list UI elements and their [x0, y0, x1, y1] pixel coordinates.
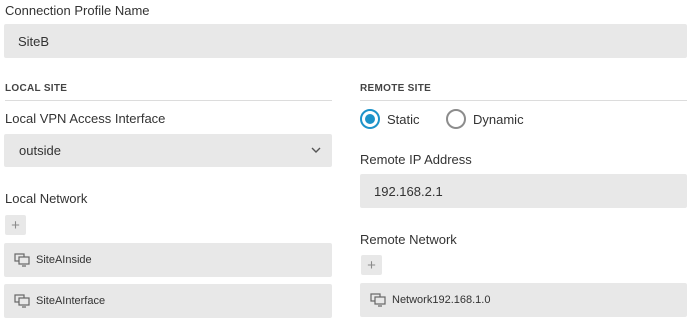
add-local-network-button[interactable]: + [5, 215, 26, 235]
remote-network-item[interactable]: Network192.168.1.0 [360, 283, 687, 317]
radio-static-label: Static [387, 111, 420, 127]
network-object-icon [14, 294, 30, 308]
network-object-icon [370, 293, 386, 307]
connection-profile-name-input[interactable]: SiteB [4, 24, 687, 58]
radio-unselected-icon [446, 109, 466, 129]
remote-ip-address-value: 192.168.2.1 [374, 183, 443, 199]
chevron-down-icon [311, 147, 321, 153]
remote-ip-address-label: Remote IP Address [360, 152, 472, 167]
radio-dynamic[interactable]: Dynamic [446, 109, 524, 129]
plus-icon: + [11, 216, 20, 234]
local-vpn-interface-select[interactable]: outside [4, 134, 332, 167]
local-network-label: Local Network [5, 191, 88, 206]
local-vpn-interface-label: Local VPN Access Interface [5, 111, 166, 126]
local-network-item-label: SiteAInterface [36, 295, 106, 307]
remote-site-title: REMOTE SITE [360, 83, 432, 94]
local-vpn-interface-value: outside [19, 143, 61, 158]
local-network-item[interactable]: SiteAInside [4, 243, 332, 277]
remote-network-label: Remote Network [360, 232, 457, 247]
connection-profile-name-value: SiteB [18, 33, 50, 49]
local-network-item[interactable]: SiteAInterface [4, 284, 332, 318]
remote-ip-address-input[interactable]: 192.168.2.1 [360, 174, 687, 208]
remote-network-item-label: Network192.168.1.0 [392, 294, 491, 306]
add-remote-network-button[interactable]: + [361, 255, 382, 275]
remote-site-divider [360, 100, 687, 101]
local-network-item-label: SiteAInside [36, 254, 92, 266]
local-site-divider [5, 100, 332, 101]
network-object-icon [14, 253, 30, 267]
radio-selected-icon [360, 109, 380, 129]
plus-icon: + [367, 256, 376, 274]
connection-profile-name-label: Connection Profile Name [5, 3, 150, 18]
radio-static[interactable]: Static [360, 109, 420, 129]
local-site-title: LOCAL SITE [5, 83, 68, 94]
radio-dynamic-label: Dynamic [473, 111, 524, 127]
